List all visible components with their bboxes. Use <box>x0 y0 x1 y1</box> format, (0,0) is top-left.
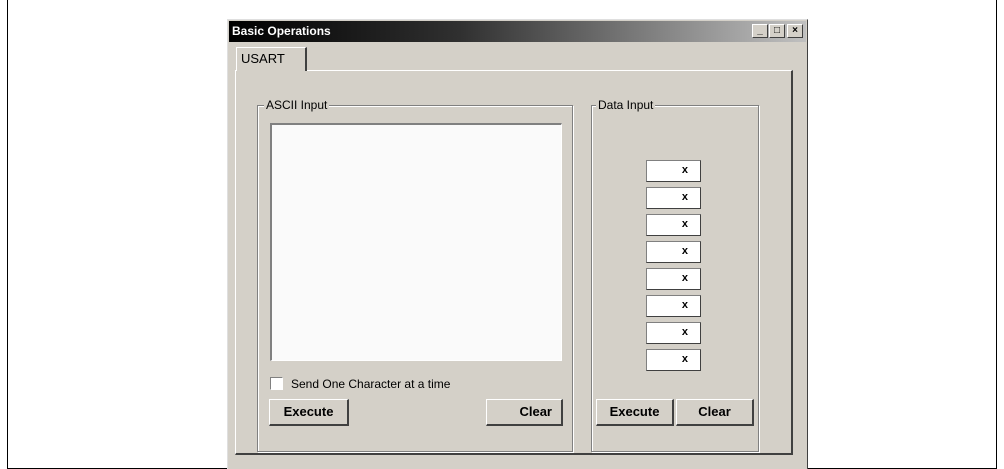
ascii-clear-button[interactable]: Clear <box>486 399 563 426</box>
window-title: Basic Operations <box>232 24 331 38</box>
close-button[interactable]: × <box>787 24 803 38</box>
data-cell-5[interactable]: x <box>646 295 701 317</box>
maximize-button[interactable]: □ <box>769 24 785 38</box>
data-cell-2[interactable]: x <box>646 214 701 236</box>
ascii-input-textarea[interactable] <box>270 123 562 361</box>
data-input-group-label: Data Input <box>596 98 656 112</box>
tab-usart[interactable]: USART <box>236 47 307 71</box>
ascii-execute-button[interactable]: Execute <box>269 399 349 426</box>
data-clear-button[interactable]: Clear <box>676 399 754 426</box>
ascii-input-group-label: ASCII Input <box>264 98 330 112</box>
send-one-char-checkbox[interactable] <box>270 377 283 390</box>
data-execute-button[interactable]: Execute <box>596 399 674 426</box>
usart-panel: ASCII Input Send One Character at a time… <box>235 70 793 455</box>
ascii-input-group: ASCII Input Send One Character at a time… <box>257 98 573 452</box>
data-cell-1[interactable]: x <box>646 187 701 209</box>
title-bar[interactable]: Basic Operations _ □ × <box>229 21 806 42</box>
data-cell-4[interactable]: x <box>646 268 701 290</box>
data-cell-0[interactable]: x <box>646 160 701 182</box>
send-one-char-label: Send One Character at a time <box>291 377 451 391</box>
minimize-button[interactable]: _ <box>752 24 768 38</box>
basic-operations-window: Basic Operations _ □ × USART ASCII Input… <box>227 19 808 469</box>
data-cell-3[interactable]: x <box>646 241 701 263</box>
tab-usart-label: USART <box>241 51 285 66</box>
data-cell-6[interactable]: x <box>646 322 701 344</box>
data-cell-7[interactable]: x <box>646 349 701 371</box>
